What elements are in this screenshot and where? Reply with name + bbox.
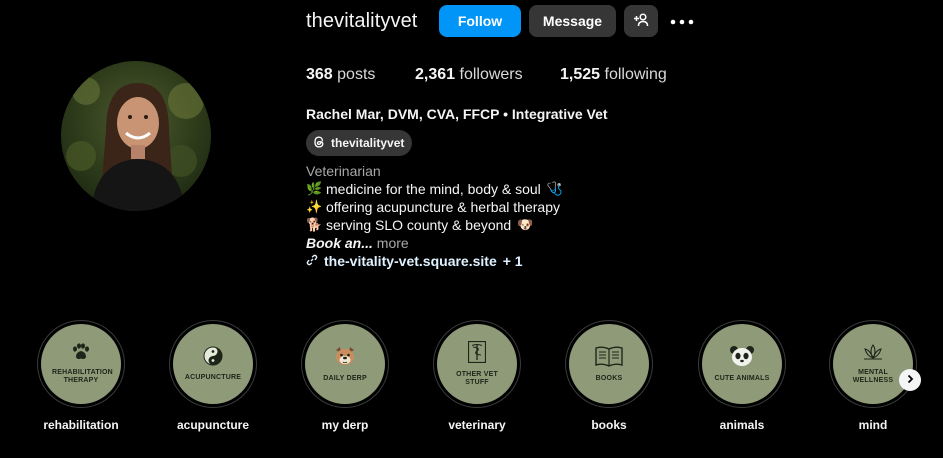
- highlight-cover: OTHER VET STUFF: [437, 324, 517, 404]
- highlights-next-button[interactable]: [899, 369, 921, 391]
- highlight-cover: CUTE ANIMALS: [702, 324, 782, 404]
- highlight-ring: MENTAL WELLNESS: [829, 320, 917, 408]
- highlight-title: books: [591, 418, 627, 432]
- bio-line-text: serving SLO county & beyond: [326, 217, 512, 233]
- dog-face-emoji: 🐶: [517, 217, 534, 232]
- profile-full-name: Rachel Mar, DVM, CVA, FFCP • Integrative…: [306, 106, 608, 122]
- highlight-rehabilitation[interactable]: REHABILITATION THERAPY rehabilitation: [36, 320, 126, 432]
- followers-label: followers: [459, 66, 523, 83]
- highlight-cover-text: REHABILITATION THERAPY: [52, 369, 113, 384]
- followers-stat[interactable]: 2,361 followers: [415, 66, 523, 84]
- highlight-books[interactable]: BOOKS books: [564, 320, 654, 432]
- highlight-title: rehabilitation: [43, 418, 119, 432]
- bio-link[interactable]: the-vitality-vet.square.site + 1: [306, 253, 523, 269]
- threads-handle: thevitalityvet: [331, 136, 405, 150]
- chevron-right-icon: [905, 371, 915, 389]
- message-button[interactable]: Message: [529, 5, 616, 37]
- bio-line: 🐕 serving SLO county & beyond 🐶: [306, 217, 534, 233]
- options-button[interactable]: [670, 10, 694, 32]
- bio-line: ✨ offering acupuncture & herbal therapy: [306, 199, 560, 215]
- link-extra-count: + 1: [502, 253, 523, 269]
- yin-yang-icon: [203, 346, 223, 371]
- posts-label: posts: [337, 66, 376, 83]
- leaf-emoji: 🌿: [306, 181, 323, 196]
- highlight-title: animals: [719, 418, 765, 432]
- bio-line: 🌿 medicine for the mind, body & soul 🩺: [306, 181, 563, 197]
- link-icon: [306, 253, 318, 269]
- highlight-my-derp[interactable]: DAILY DERP my derp: [300, 320, 390, 432]
- highlight-cover: BOOKS: [569, 324, 649, 404]
- highlight-cover-text: OTHER VET STUFF: [456, 371, 498, 386]
- profile-username: thevitalityvet: [306, 10, 418, 32]
- bio-more-link[interactable]: more: [377, 235, 409, 251]
- following-count: 1,525: [560, 66, 601, 83]
- bio-book-text: Book an...: [306, 235, 373, 251]
- highlight-cover-text: ACUPUNCTURE: [184, 374, 242, 381]
- book-icon: [594, 345, 624, 372]
- add-user-icon: [633, 12, 649, 31]
- highlight-cover-text: BOOKS: [595, 375, 623, 382]
- lotus-icon: [861, 343, 885, 366]
- panda-icon: [729, 345, 755, 372]
- link-text: the-vitality-vet.square.site: [324, 253, 497, 269]
- threads-badge[interactable]: thevitalityvet: [306, 130, 413, 156]
- following-stat[interactable]: 1,525 following: [560, 66, 667, 84]
- highlight-acupuncture[interactable]: ACUPUNCTURE acupuncture: [168, 320, 258, 432]
- highlight-cover: DAILY DERP: [305, 324, 385, 404]
- highlight-cover-text: MENTAL WELLNESS: [852, 369, 894, 384]
- stethoscope-emoji: 🩺: [546, 181, 563, 196]
- follow-button[interactable]: Follow: [439, 5, 521, 37]
- highlight-cover: MENTAL WELLNESS: [833, 324, 913, 404]
- profile-category: Veterinarian: [306, 163, 381, 179]
- highlight-title: veterinary: [448, 418, 506, 432]
- following-label: following: [604, 66, 667, 83]
- highlight-cover: ACUPUNCTURE: [173, 324, 253, 404]
- suggested-accounts-button[interactable]: [624, 5, 658, 37]
- caduceus-icon: [467, 340, 487, 368]
- highlight-ring: REHABILITATION THERAPY: [37, 320, 125, 408]
- bulldog-icon: [333, 345, 357, 372]
- highlight-title: my derp: [321, 418, 369, 432]
- dog-emoji: 🐕: [306, 217, 323, 232]
- bio-line-text: offering acupuncture & herbal therapy: [326, 199, 561, 215]
- highlight-veterinary[interactable]: OTHER VET STUFF veterinary: [432, 320, 522, 432]
- highlight-ring: DAILY DERP: [301, 320, 389, 408]
- highlight-ring: BOOKS: [565, 320, 653, 408]
- bio-truncated: Book an... more: [306, 235, 409, 251]
- bio-line-text: medicine for the mind, body & soul: [326, 181, 541, 197]
- highlight-animals[interactable]: CUTE ANIMALS animals: [697, 320, 787, 432]
- threads-icon: [312, 135, 326, 152]
- highlight-cover-text: CUTE ANIMALS: [714, 375, 770, 382]
- highlight-title: acupuncture: [176, 418, 249, 432]
- paw-icon: [71, 343, 91, 366]
- highlight-ring: ACUPUNCTURE: [169, 320, 257, 408]
- followers-count: 2,361: [415, 66, 456, 83]
- highlight-cover-text: DAILY DERP: [323, 375, 367, 382]
- highlight-title: mind: [858, 418, 888, 432]
- highlight-cover: REHABILITATION THERAPY: [41, 324, 121, 404]
- posts-count: 368: [306, 66, 333, 83]
- highlight-ring: OTHER VET STUFF: [433, 320, 521, 408]
- highlight-ring: CUTE ANIMALS: [698, 320, 786, 408]
- profile-avatar[interactable]: [61, 61, 211, 211]
- more-horizontal-icon: [670, 12, 694, 30]
- posts-stat: 368 posts: [306, 66, 375, 84]
- sparkles-emoji: ✨: [306, 199, 323, 214]
